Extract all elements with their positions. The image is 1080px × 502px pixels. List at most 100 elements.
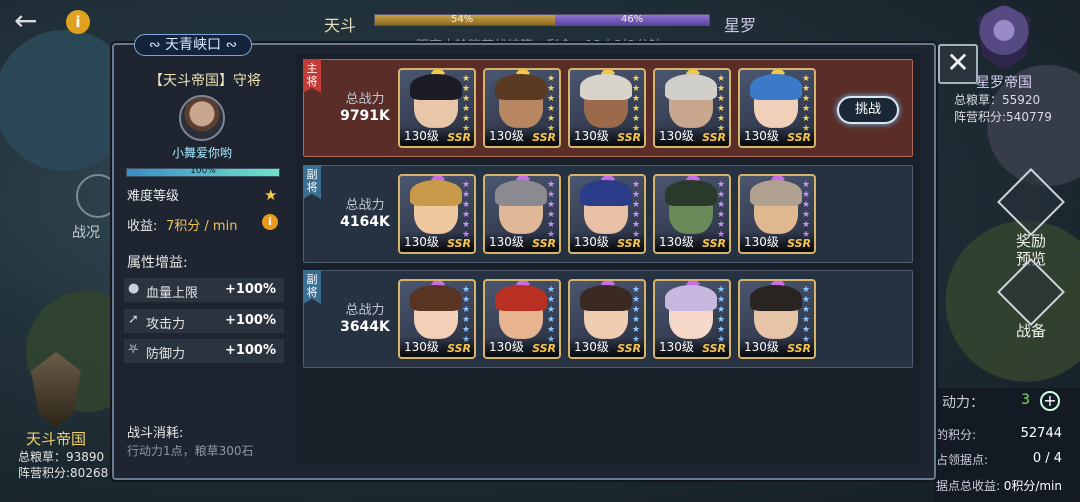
battle-prep-icon	[997, 258, 1065, 326]
hero-card[interactable]: ★★★★★★130级SSR	[483, 279, 561, 359]
potion-icon: ●	[128, 281, 140, 296]
star-rating-icon: ★★★★★★	[461, 74, 471, 134]
power-label: 总战力	[345, 303, 385, 318]
hero-card[interactable]: ★★★★★★130级SSR	[738, 174, 816, 254]
info-icon[interactable]: i	[66, 10, 90, 34]
star-rating-icon: ★★★★★★	[716, 285, 726, 345]
occupied-value: 0 / 4	[1032, 451, 1062, 466]
difficulty-label: 难度等级	[127, 189, 180, 204]
hero-card[interactable]: ★★★★★★130级SSR	[738, 279, 816, 359]
challenge-button[interactable]: 挑战	[837, 96, 899, 124]
score-value: 52744	[1020, 426, 1062, 441]
close-icon[interactable]: ✕	[938, 44, 978, 84]
star-rating-icon: ★★★★★★	[716, 74, 726, 134]
reward-preview-button[interactable]: 奖励预览	[997, 168, 1065, 268]
xingluo-crest-icon	[977, 4, 1031, 70]
hero-card[interactable]: ★★★★★★130级SSR	[653, 174, 731, 254]
side-a-percent: 54%	[451, 14, 474, 25]
hero-card[interactable]: ★★★★★★130级SSR	[483, 68, 561, 148]
hero-card[interactable]: ★★★★★★130级SSR	[398, 68, 476, 148]
hero-hair	[580, 285, 632, 311]
add-action-points-icon[interactable]: +	[1040, 391, 1060, 411]
hero-card[interactable]: ★★★★★★130级SSR	[568, 68, 646, 148]
attr-row-defense: ⛧ 防御力 +100%	[124, 339, 284, 363]
star-rating-icon: ★★★★★★	[546, 180, 556, 240]
star-icon: ★	[264, 186, 278, 204]
star-rating-icon: ★★★★★★	[461, 285, 471, 345]
attr-value: +100%	[224, 343, 276, 358]
action-points-row: 动力： 3 +	[934, 391, 1080, 414]
team-row-sub-1: 副将 总战力 4164K ★★★★★★130级SSR★★★★★★130级SSR★…	[303, 165, 913, 263]
power-value: 4164K	[340, 214, 390, 230]
score-label: 的积分:	[936, 428, 977, 442]
hero-card[interactable]: ★★★★★★130级SSR	[738, 68, 816, 148]
hero-card[interactable]: ★★★★★★130级SSR	[398, 279, 476, 359]
hero-hair	[580, 180, 632, 206]
hero-hair	[750, 285, 802, 311]
rarity-badge: SSR	[787, 237, 811, 250]
attr-value: +100%	[224, 313, 276, 328]
power-value: 3644K	[340, 319, 390, 335]
team-row-sub-2: 副将 总战力 3644K ★★★★★★130级SSR★★★★★★130级SSR★…	[303, 270, 913, 368]
rarity-badge: SSR	[702, 237, 726, 250]
occupied-row: 占领据点: 0 / 4	[934, 451, 1080, 473]
hero-hair	[750, 74, 802, 100]
score-row: 的积分: 52744	[934, 426, 1080, 448]
difficulty-bar: 100%	[126, 166, 280, 177]
yield-label: 收益:	[127, 219, 158, 234]
action-points-value: 3	[1021, 392, 1030, 408]
star-rating-icon: ★★★★★★	[801, 74, 811, 134]
attr-name: 防御力	[146, 347, 186, 362]
star-rating-icon: ★★★★★★	[631, 180, 641, 240]
team-row-main: 主将 总战力 9791K ★★★★★★130级SSR★★★★★★130级SSR★…	[303, 59, 913, 157]
reward-chest-icon	[997, 168, 1065, 236]
left-empire-name: 天斗帝国	[25, 430, 86, 448]
yield-value: 7积分 / min	[166, 219, 238, 234]
player-stats-panel: 动力： 3 + 的积分: 52744 占领据点: 0 / 4 据点总收益: 0积…	[934, 388, 1080, 502]
hero-card[interactable]: ★★★★★★130级SSR	[398, 174, 476, 254]
rarity-badge: SSR	[532, 131, 556, 144]
rarity-badge: SSR	[617, 237, 641, 250]
role-tag: 主将	[303, 59, 321, 93]
yield-info-icon[interactable]: i	[262, 214, 278, 230]
hero-card[interactable]: ★★★★★★130级SSR	[653, 68, 731, 148]
rarity-badge: SSR	[617, 131, 641, 144]
right-empire-score: 阵营积分:540779	[954, 110, 1052, 124]
attr-row-hp: ● 血量上限 +100%	[124, 278, 284, 302]
camp-progress-bar: 54% 46%	[374, 14, 710, 26]
tiandou-crest-icon	[31, 352, 81, 428]
right-empire-grain: 总粮草：55920	[954, 93, 1041, 107]
side-a-label: 天斗	[324, 16, 357, 35]
income-value: 0积分/min	[1003, 479, 1062, 493]
star-rating-icon: ★★★★★★	[546, 74, 556, 134]
battle-prep-button[interactable]: 战备	[997, 258, 1065, 340]
battle-cost-text: 行动力1点，粮草300石	[127, 444, 254, 458]
side-b-label: 星罗	[724, 16, 757, 35]
income-label: 据点总收益:	[936, 479, 1001, 493]
star-rating-icon: ★★★★★★	[801, 285, 811, 345]
attr-value: +100%	[224, 282, 276, 297]
hero-hair	[665, 180, 717, 206]
side-b-percent: 46%	[621, 14, 644, 25]
defender-avatar[interactable]	[179, 95, 225, 141]
hero-card[interactable]: ★★★★★★130级SSR	[568, 279, 646, 359]
hero-card[interactable]: ★★★★★★130级SSR	[653, 279, 731, 359]
rarity-badge: SSR	[532, 237, 556, 250]
occupied-label: 占领据点:	[936, 453, 989, 467]
star-rating-icon: ★★★★★★	[631, 285, 641, 345]
rarity-badge: SSR	[532, 342, 556, 355]
hero-hair	[665, 285, 717, 311]
battle-cost-title: 战斗消耗:	[127, 426, 184, 441]
hero-card[interactable]: ★★★★★★130级SSR	[568, 174, 646, 254]
battle-situation-label[interactable]: 战况	[72, 222, 100, 242]
hero-card[interactable]: ★★★★★★130级SSR	[483, 174, 561, 254]
rarity-badge: SSR	[447, 131, 471, 144]
left-empire-score: 阵营积分:80268	[18, 466, 109, 480]
hero-hair	[410, 74, 462, 100]
rarity-badge: SSR	[447, 237, 471, 250]
rarity-badge: SSR	[787, 342, 811, 355]
back-arrow-icon[interactable]: ←	[14, 7, 44, 38]
shield-icon: ⛧	[128, 342, 139, 357]
hero-hair	[750, 180, 802, 206]
star-rating-icon: ★★★★★★	[461, 180, 471, 240]
